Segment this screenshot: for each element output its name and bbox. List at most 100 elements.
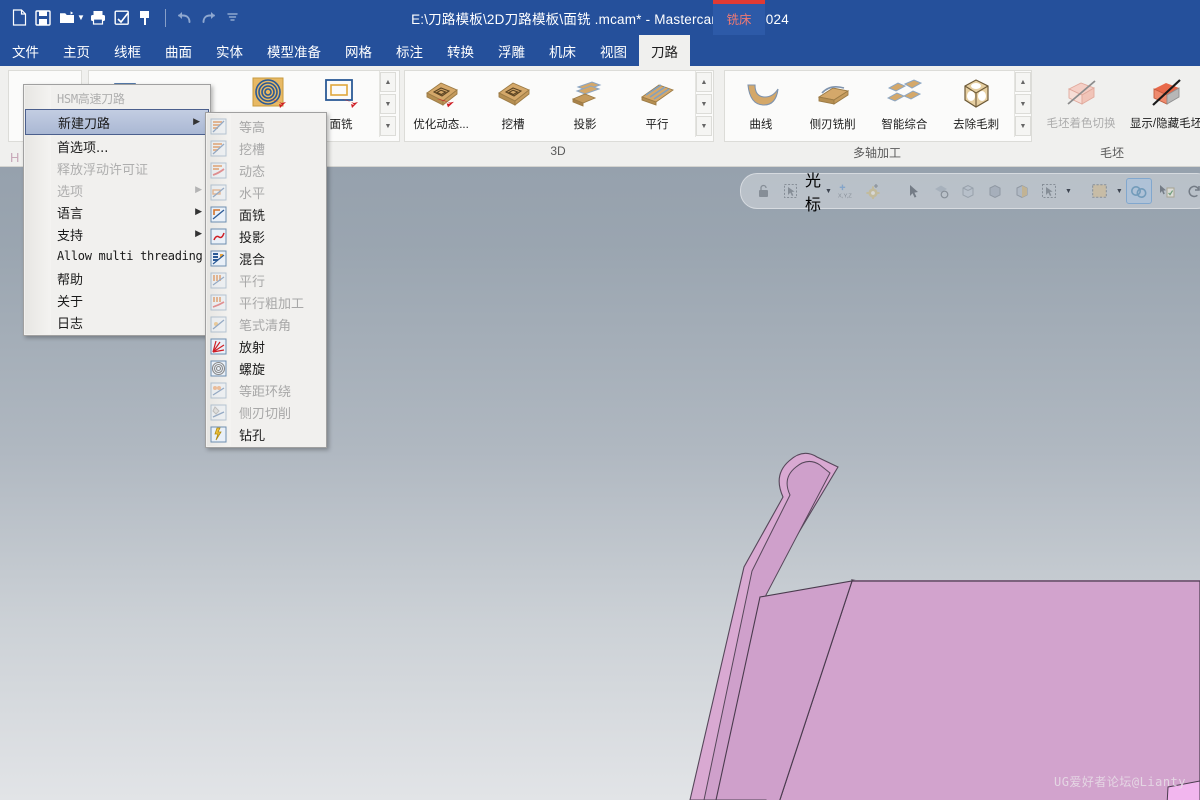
spinner-up-icon[interactable]: ▲ <box>1015 72 1031 92</box>
submenu-item-contour: 等高 <box>206 115 326 137</box>
menu-item-new-toolpath[interactable]: 新建刀路 ▶ <box>25 109 209 135</box>
undo-icon[interactable] <box>174 5 196 31</box>
menu-item-language[interactable]: 语言 ▶ <box>24 201 210 223</box>
ribbon-button-pocket3d[interactable]: 挖槽 <box>477 71 549 141</box>
ribbon-group-3d-label: 3D <box>550 144 566 158</box>
menu-item-allow-multi-threading-label: Allow multi threading <box>57 249 203 263</box>
gear-settings-icon[interactable] <box>862 179 886 203</box>
tab-daolu[interactable]: 刀路 <box>639 35 690 66</box>
ribbon-button-parallel3d[interactable]: 平行 <box>621 71 693 141</box>
open-folder-icon[interactable] <box>56 5 78 31</box>
menu-item-log[interactable]: 日志 <box>24 311 210 333</box>
refresh-select-icon[interactable] <box>1182 179 1200 203</box>
qat-more-icon[interactable] <box>222 5 244 31</box>
ribbon-button-deburr[interactable]: 去除毛刺 <box>940 71 1012 141</box>
submenu-item-facing-label: 面铣 <box>239 208 266 224</box>
submenu-item-radial[interactable]: 放射 <box>206 335 326 357</box>
menu-item-hsm-high-speed-label: HSM高速刀路 <box>57 91 125 106</box>
redo-icon[interactable] <box>198 5 220 31</box>
submenu-item-horizontal: 水平 <box>206 181 326 203</box>
machine-tab-accent <box>713 0 765 4</box>
lock-icon[interactable] <box>751 179 775 203</box>
tab-zhuanhuan[interactable]: 转换 <box>435 35 486 66</box>
ribbon-group-2d-spinner[interactable]: ▲ ▼ ▼ <box>379 71 396 137</box>
spinner-down-icon[interactable]: ▼ <box>1015 94 1031 114</box>
tab-fudiao[interactable]: 浮雕 <box>486 35 537 66</box>
new-file-icon[interactable] <box>8 5 30 31</box>
menu-item-about[interactable]: 关于 <box>24 289 210 311</box>
tab-wangge[interactable]: 网格 <box>333 35 384 66</box>
submenu-item-drill[interactable]: 钻孔 <box>206 423 326 445</box>
menu-item-help[interactable]: 帮助 <box>24 267 210 289</box>
window-select-icon[interactable] <box>1088 179 1112 203</box>
machine-tab[interactable]: 铣床 <box>713 0 765 35</box>
menu-item-new-toolpath-label: 新建刀路 <box>58 116 111 132</box>
spinner-up-icon[interactable]: ▲ <box>380 72 396 92</box>
xyz-point-icon[interactable]: X,Y,Z <box>835 179 859 203</box>
ribbon-button-swarf-mill[interactable]: 侧刃铣削 <box>797 71 869 141</box>
screen-capture-icon[interactable] <box>135 5 157 31</box>
swarf-mill-icon <box>813 75 853 113</box>
open-dropdown-caret-icon[interactable]: ▼ <box>77 13 85 22</box>
spinner-expand-icon[interactable]: ▼ <box>1015 116 1031 136</box>
ribbon-group-3d-spinner[interactable]: ▲ ▼ ▼ <box>695 71 712 137</box>
select-partial-caret-icon[interactable]: ▼ <box>1065 188 1072 195</box>
ribbon-button-optimized-dynamic[interactable]: 优化动态... <box>405 71 477 141</box>
ribbon-group-stock: 毛坯着色切换 显示/隐藏毛坯 毛坯 <box>1040 66 1200 166</box>
submenu-item-facing[interactable]: 面铣 <box>206 203 326 225</box>
hsm-context-menu[interactable]: HSM高速刀路 新建刀路 ▶ 首选项... 释放浮动许可证 选项 ▶ 语言 ▶ … <box>23 84 211 336</box>
select-solid-icon[interactable] <box>983 179 1007 203</box>
tab-zhuye[interactable]: 主页 <box>51 35 102 66</box>
save-icon[interactable] <box>32 5 54 31</box>
window-select-caret-icon[interactable]: ▼ <box>1116 188 1123 195</box>
ribbon-button-project3d[interactable]: 投影 <box>549 71 621 141</box>
spinner-down-icon[interactable]: ▼ <box>380 94 396 114</box>
tab-wenjian[interactable]: 文件 <box>0 35 51 66</box>
arrow-select-icon[interactable] <box>902 179 926 203</box>
ribbon-button-stock-shading[interactable]: 毛坯着色切换 <box>1040 70 1122 140</box>
ribbon-group-multiaxis-spinner[interactable]: ▲ ▼ ▼ <box>1014 71 1031 137</box>
submenu-item-project[interactable]: 投影 <box>206 225 326 247</box>
spinner-up-icon[interactable]: ▲ <box>696 72 712 92</box>
spiral-pocket-icon <box>250 75 288 113</box>
select-face-icon[interactable] <box>929 179 953 203</box>
spinner-expand-icon[interactable]: ▼ <box>380 116 396 136</box>
select-edge-icon[interactable] <box>956 179 980 203</box>
verify-select-icon[interactable] <box>1155 179 1179 203</box>
tab-jichuang[interactable]: 机床 <box>537 35 588 66</box>
cursor-mode-icon[interactable] <box>778 179 802 203</box>
ribbon-button-deburr-label: 去除毛刺 <box>953 119 1000 131</box>
menu-item-allow-multi-threading[interactable]: Allow multi threading <box>24 245 210 267</box>
ribbon-button-show-hide-stock[interactable]: 显示/隐藏毛坯 <box>1122 70 1200 140</box>
select-partial-icon[interactable] <box>1037 179 1061 203</box>
spinner-expand-icon[interactable]: ▼ <box>696 116 712 136</box>
new-toolpath-submenu[interactable]: 等高 挖槽 动态 水平 面铣 投影 混合 平行 平行粗加工 笔式清角 放射 螺旋… <box>205 112 327 448</box>
menu-item-support[interactable]: 支持 ▶ <box>24 223 210 245</box>
svg-text:X,Y,Z: X,Y,Z <box>838 193 852 199</box>
ribbon-button-facing-label: 面铣 <box>329 119 353 131</box>
curve-icon <box>741 75 781 113</box>
submenu-item-parallel-rough: 平行粗加工 <box>206 291 326 313</box>
cursor-mode-label: 光标 <box>805 173 822 214</box>
print-preview-icon[interactable] <box>111 5 133 31</box>
ribbon-button-unified[interactable]: 智能综合 <box>869 71 941 141</box>
submenu-item-blend[interactable]: 混合 <box>206 247 326 269</box>
chain-select-icon[interactable] <box>1125 178 1152 204</box>
tab-shiti[interactable]: 实体 <box>204 35 255 66</box>
tab-shitu[interactable]: 视图 <box>588 35 639 66</box>
ribbon-button-curve[interactable]: 曲线 <box>725 71 797 141</box>
submenu-item-pencil-corner-label: 笔式清角 <box>239 318 292 334</box>
tab-biaozhu[interactable]: 标注 <box>384 35 435 66</box>
tab-moxingzhunbei[interactable]: 模型准备 <box>255 35 333 66</box>
print-icon[interactable] <box>87 5 109 31</box>
tab-xiankuang[interactable]: 线框 <box>102 35 153 66</box>
cursor-dropdown-caret-icon[interactable]: ▼ <box>825 188 832 195</box>
submenu-item-spiral[interactable]: 螺旋 <box>206 357 326 379</box>
menu-item-help-label: 帮助 <box>57 272 84 288</box>
spinner-down-icon[interactable]: ▼ <box>696 94 712 114</box>
menu-item-preferences[interactable]: 首选项... <box>24 135 210 157</box>
selection-toolbar[interactable]: 光标 ▼ X,Y,Z ▼ ▼ <box>740 173 1200 214</box>
select-body-icon[interactable] <box>1010 179 1034 203</box>
ribbon-hint-letter: H <box>10 150 20 165</box>
tab-qumian[interactable]: 曲面 <box>153 35 204 66</box>
